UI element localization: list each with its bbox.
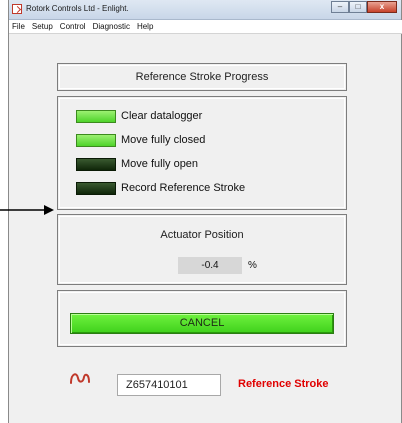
menu-control[interactable]: Control bbox=[60, 22, 86, 31]
status-led bbox=[76, 109, 116, 123]
maximize-button[interactable]: □ bbox=[349, 1, 367, 13]
progress-title-panel: Reference Stroke Progress bbox=[57, 63, 347, 91]
actuator-position-title: Actuator Position bbox=[160, 229, 244, 241]
step-label: Move fully open bbox=[121, 158, 199, 170]
minimize-button[interactable]: – bbox=[331, 1, 349, 13]
menu-bar: File Setup Control Diagnostic Help bbox=[9, 20, 402, 34]
step-move-fully-closed: Move fully closed bbox=[76, 133, 205, 147]
menu-help[interactable]: Help bbox=[137, 22, 153, 31]
progress-steps-panel: Clear datalogger Move fully closed Move … bbox=[57, 96, 347, 210]
close-button[interactable]: x bbox=[367, 1, 397, 13]
actuator-position-unit: % bbox=[248, 260, 257, 271]
menu-diagnostic[interactable]: Diagnostic bbox=[93, 22, 130, 31]
step-move-fully-open: Move fully open bbox=[76, 157, 198, 171]
title-bar[interactable]: Rotork Controls Ltd - Enlight. – □ x bbox=[9, 0, 401, 20]
step-label: Clear datalogger bbox=[121, 110, 203, 122]
app-window: Rotork Controls Ltd - Enlight. – □ x Fil… bbox=[8, 0, 402, 423]
actuator-position-value: -0.4 bbox=[178, 257, 242, 274]
serial-number-field: Z657410101 bbox=[117, 374, 221, 396]
arrow-pointer-icon bbox=[0, 205, 54, 215]
window-title: Rotork Controls Ltd - Enlight. bbox=[26, 4, 129, 13]
menu-setup[interactable]: Setup bbox=[32, 22, 53, 31]
menu-file[interactable]: File bbox=[12, 22, 25, 31]
cancel-panel: CANCEL bbox=[57, 290, 347, 347]
step-label: Record Reference Stroke bbox=[121, 182, 246, 194]
cancel-button[interactable]: CANCEL bbox=[70, 313, 334, 334]
progress-title: Reference Stroke Progress bbox=[135, 71, 269, 83]
actuator-position-panel: Actuator Position -0.4 % bbox=[57, 214, 347, 285]
status-led bbox=[76, 157, 116, 171]
window-controls: – □ x bbox=[331, 1, 397, 13]
status-led bbox=[76, 133, 116, 147]
step-clear-datalogger: Clear datalogger bbox=[76, 109, 202, 123]
status-led bbox=[76, 181, 116, 195]
app-icon bbox=[12, 4, 22, 14]
step-label: Move fully closed bbox=[121, 134, 206, 146]
step-record-reference-stroke: Record Reference Stroke bbox=[76, 181, 245, 195]
rotork-logo-icon bbox=[70, 373, 90, 384]
status-label: Reference Stroke bbox=[238, 378, 329, 390]
